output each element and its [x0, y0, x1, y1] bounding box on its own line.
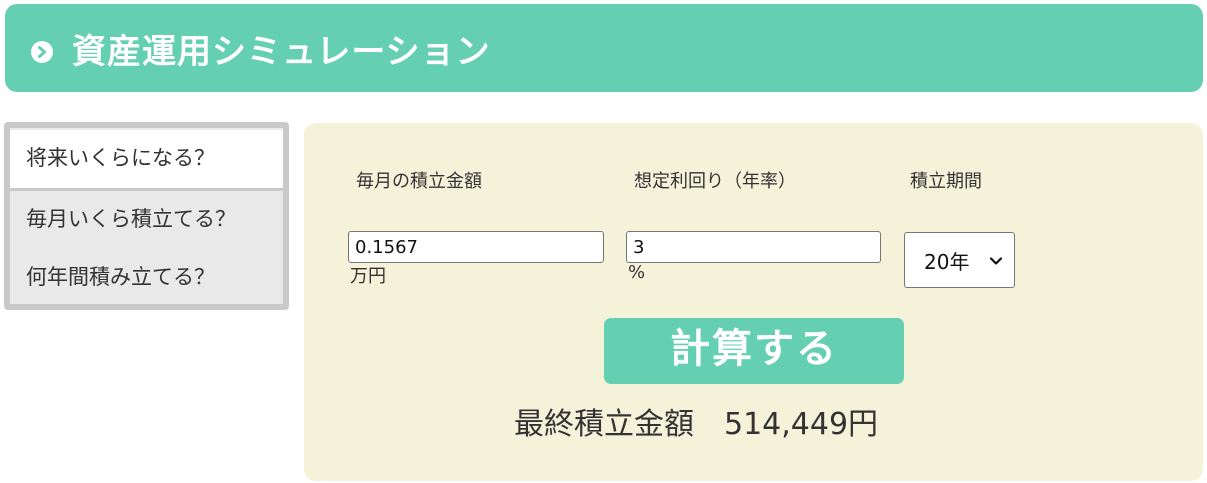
page-header: 資産運用シミュレーション [5, 4, 1203, 92]
monthly-amount-label: 毎月の積立金額 [356, 171, 482, 192]
chevron-down-icon [989, 253, 1003, 272]
monthly-amount-input[interactable] [348, 231, 604, 263]
period-select[interactable]: 20年 [904, 232, 1015, 288]
result-label: 最終積立金額 [514, 407, 694, 442]
mode-tab-menu: 将来いくらになる？ 毎月いくら積立てる？ 何年間積み立てる？ [4, 122, 289, 310]
monthly-amount-unit: 万円 [350, 266, 386, 287]
chevron-right-circle-icon [31, 41, 53, 63]
tab-years-needed[interactable]: 何年間積み立てる？ [10, 249, 283, 307]
calculate-button[interactable]: 計算する [604, 318, 904, 384]
tab-future-value[interactable]: 将来いくらになる？ [10, 130, 283, 188]
result-amount: 514,449円 [724, 407, 879, 442]
result-line: 最終積立金額 514,449円 [514, 399, 878, 443]
page-title: 資産運用シミュレーション [72, 32, 491, 72]
tab-monthly-amount[interactable]: 毎月いくら積立てる？ [10, 191, 283, 249]
period-label: 積立期間 [910, 171, 982, 192]
expected-return-input[interactable] [626, 231, 881, 263]
period-select-value: 20年 [924, 250, 970, 274]
expected-return-label: 想定利回り（年率） [634, 171, 796, 192]
expected-return-unit: % [628, 262, 646, 283]
simulation-panel: 毎月の積立金額 想定利回り（年率） 積立期間 万円 % 20年 計算する 最終積… [304, 123, 1203, 481]
